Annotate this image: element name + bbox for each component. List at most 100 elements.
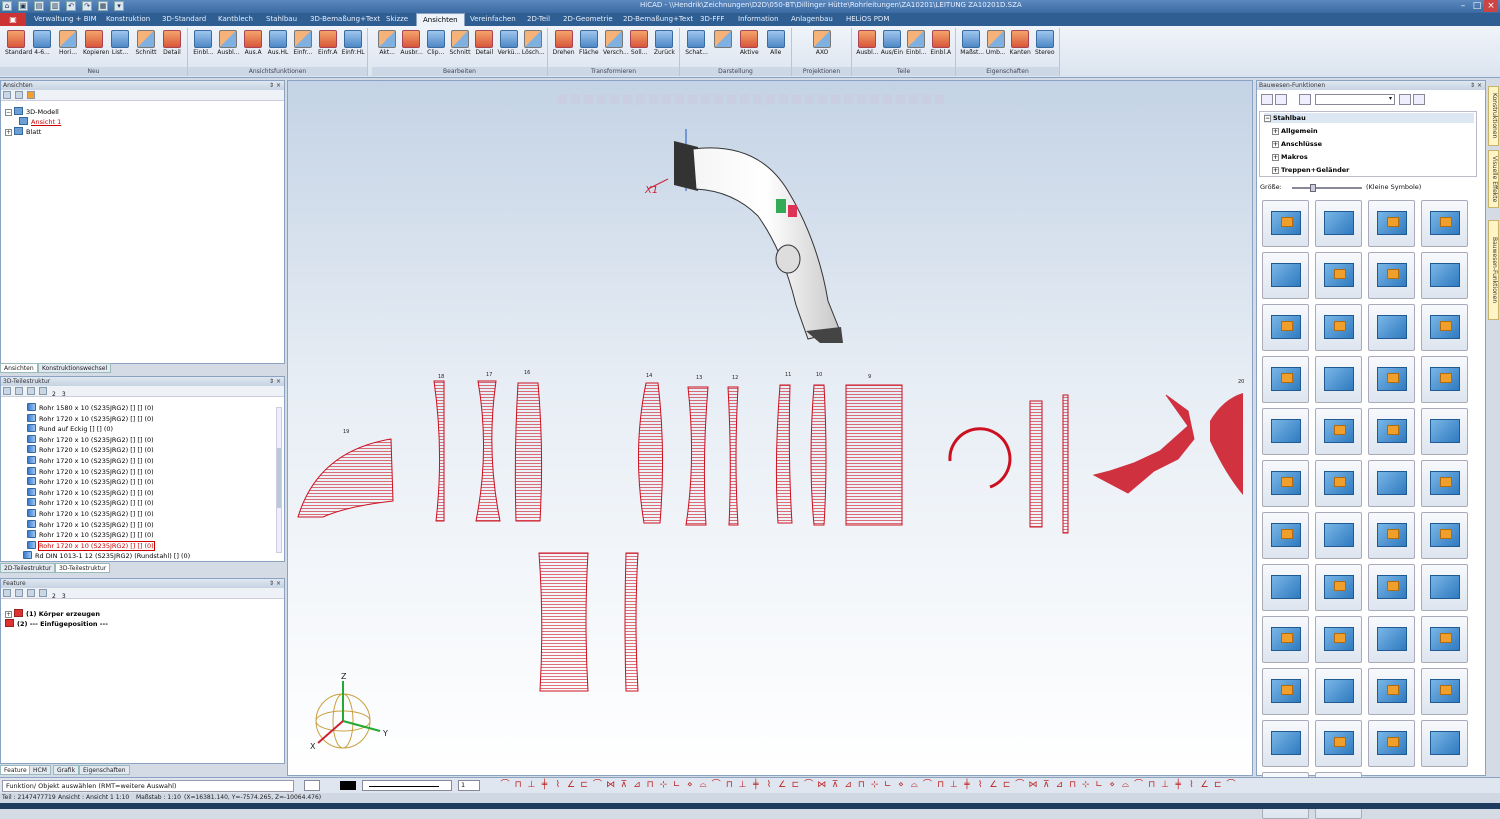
ribbon-button[interactable]: Schat...	[685, 30, 708, 56]
views-tree-item[interactable]: Ansicht 1	[19, 117, 61, 127]
tool-icon[interactable]	[3, 589, 11, 597]
ribbon-button[interactable]: Zurück	[653, 30, 675, 56]
expand-toggle[interactable]: −	[1264, 115, 1271, 122]
drawing-tool-icon[interactable]: ⌇	[764, 780, 774, 791]
command-line[interactable]: Funktion/ Objekt auswählen (RMT=weitere …	[2, 780, 294, 792]
drawing-tool-icon[interactable]: ⋄	[896, 780, 906, 791]
structure-item[interactable]: Rohr 1720 x 10 (S235JRG2) [] [] (0)	[27, 498, 154, 508]
flat-pattern-12[interactable]	[727, 386, 739, 526]
pipe-3d-model[interactable]: X1	[644, 129, 843, 343]
tab-ansichten[interactable]: Ansichten	[416, 13, 465, 26]
steel-function-tile[interactable]	[1262, 616, 1309, 663]
drawing-tool-icon[interactable]: ⋄	[1107, 780, 1117, 791]
quick-access-button[interactable]: ▦	[98, 1, 108, 11]
drawing-tool-icon[interactable]: ⌇	[975, 780, 985, 791]
ribbon-button[interactable]: Aus/Ein	[881, 30, 903, 56]
steel-function-tile[interactable]	[1368, 720, 1415, 767]
drawing-tool-icon[interactable]: ⊥	[1160, 780, 1170, 791]
ribbon-button[interactable]: Fläche	[578, 30, 600, 56]
ribbon-button[interactable]: Soll...	[628, 30, 650, 56]
panel-tab[interactable]: 3D-Teilestruktur	[55, 563, 111, 573]
steel-function-tile[interactable]	[1262, 408, 1309, 455]
ribbon-button[interactable]: Ausbr...	[400, 30, 423, 56]
drawing-tool-icon[interactable]: ∠	[566, 780, 576, 791]
tab-3d-fff[interactable]: 3D-FFF	[700, 13, 724, 26]
drawing-tool-icon[interactable]: ∟	[1094, 780, 1104, 791]
drawing-tool-icon[interactable]: ⋄	[685, 780, 695, 791]
drawing-tool-icon[interactable]: ⊓	[645, 780, 655, 791]
tool-icon[interactable]	[1413, 94, 1425, 105]
ribbon-button[interactable]: Aus.A	[242, 30, 264, 56]
panel-pin-close[interactable]: ⇕ ×	[269, 579, 281, 588]
feature-item[interactable]: (2) --- Einfügeposition ---	[5, 619, 108, 629]
drawing-tool-icon[interactable]: ∟	[883, 780, 893, 791]
flat-pattern-strip[interactable]	[1029, 400, 1043, 528]
structure-item[interactable]: Rohr 1580 x 10 (S235JRG2) [] [] (0)	[27, 403, 154, 413]
catalog-tree-item[interactable]: + Allgemein	[1272, 126, 1318, 136]
drawing-tool-icon[interactable]: ⌒	[711, 780, 721, 791]
catalog-dropdown[interactable]: ▾	[1315, 94, 1395, 105]
steel-function-tile[interactable]	[1368, 460, 1415, 507]
ribbon-button[interactable]: Clip...	[425, 30, 447, 56]
model-scene[interactable]: X1 1918 17 16 14 13 12 11 10 920 Z Y X	[288, 81, 1253, 776]
drawing-tool-icon[interactable]: ⊏	[790, 780, 800, 791]
side-tab[interactable]: Bauwesen-Funktionen	[1488, 220, 1499, 320]
steel-function-tile[interactable]	[1421, 564, 1468, 611]
drawing-tool-icon[interactable]: ∠	[1200, 780, 1210, 791]
quick-access-button[interactable]: ▥	[50, 1, 60, 11]
steel-function-tile[interactable]	[1315, 564, 1362, 611]
steel-function-tile[interactable]	[1315, 200, 1362, 247]
expand-toggle[interactable]: +	[1272, 154, 1279, 161]
steel-function-tile[interactable]	[1315, 460, 1362, 507]
application-menu-button[interactable]: ▣	[0, 13, 26, 26]
steel-function-tile[interactable]	[1421, 304, 1468, 351]
steel-function-tile[interactable]	[1368, 408, 1415, 455]
structure-item[interactable]: Rohr 1720 x 10 (S235JRG2) [] [] (0)	[27, 456, 154, 466]
panel-pin-close[interactable]: ⇕ ×	[269, 377, 281, 386]
ribbon-button[interactable]: 4-6...	[31, 30, 53, 56]
tool-icon[interactable]	[3, 91, 11, 99]
views-tree-item[interactable]: − 3D-Modell	[5, 107, 59, 117]
panel-tab[interactable]: HCM	[29, 765, 51, 775]
drawing-tool-icon[interactable]: ⊹	[870, 780, 880, 791]
drawing-tool-icon[interactable]: ⊓	[513, 780, 523, 791]
steel-function-tile[interactable]	[1262, 564, 1309, 611]
flat-pattern-17[interactable]	[475, 380, 501, 522]
drawing-tool-icon[interactable]: ∟	[672, 780, 682, 791]
3d-viewport[interactable]: X1 19 18 17 16 14 13 12 11 10 9 20 Z Y X	[287, 80, 1253, 776]
drawing-tool-icon[interactable]: ╪	[962, 780, 972, 791]
pipe-branch[interactable]	[775, 244, 801, 274]
steel-function-tile[interactable]	[1368, 616, 1415, 663]
drawing-tool-icon[interactable]: ⊏	[1002, 780, 1012, 791]
quick-access-button[interactable]: ↶	[66, 1, 76, 11]
ribbon-button[interactable]: Schnitt	[135, 30, 157, 56]
structure-item[interactable]: Rohr 1720 x 10 (S235JRG2) [] [] (0)	[27, 509, 154, 519]
flat-pattern-ring[interactable]	[948, 427, 1012, 489]
drawing-tool-icon[interactable]: ⌓	[909, 780, 919, 791]
ribbon-button[interactable]: Hori...	[57, 30, 79, 56]
drawing-tool-icon[interactable]: ╪	[1173, 780, 1183, 791]
line-scale-input[interactable]: 1	[458, 780, 480, 791]
flat-pattern-lower-2[interactable]	[624, 552, 639, 692]
ribbon-button[interactable]: Aus.HL	[267, 30, 289, 56]
color-selector[interactable]	[340, 781, 356, 790]
steel-function-tile[interactable]	[1421, 408, 1468, 455]
tool-icon[interactable]	[3, 387, 11, 395]
steel-function-tile[interactable]	[1368, 512, 1415, 559]
quick-access-button[interactable]: ▾	[114, 1, 124, 11]
tab-stahlbau[interactable]: Stahlbau	[266, 13, 297, 26]
drawing-tool-icon[interactable]: ⊓	[724, 780, 734, 791]
ribbon-button[interactable]: Ausbl...	[856, 30, 878, 56]
tool-icon[interactable]	[39, 387, 47, 395]
expand-toggle[interactable]: +	[1272, 141, 1279, 148]
steel-function-tile[interactable]	[1315, 408, 1362, 455]
drawing-tool-icon[interactable]: ⋈	[606, 780, 616, 791]
flat-pattern-19[interactable]	[297, 438, 394, 518]
side-tab[interactable]: Konstruktionen	[1488, 86, 1499, 146]
steel-function-tile[interactable]	[1262, 356, 1309, 403]
flat-pattern-16[interactable]	[514, 382, 543, 522]
panel-tab[interactable]: Konstruktionswechsel	[38, 363, 112, 373]
flat-pattern-9[interactable]	[845, 384, 903, 526]
tab-kantblech[interactable]: Kantblech	[218, 13, 253, 26]
tool-number[interactable]: 3	[62, 391, 66, 398]
